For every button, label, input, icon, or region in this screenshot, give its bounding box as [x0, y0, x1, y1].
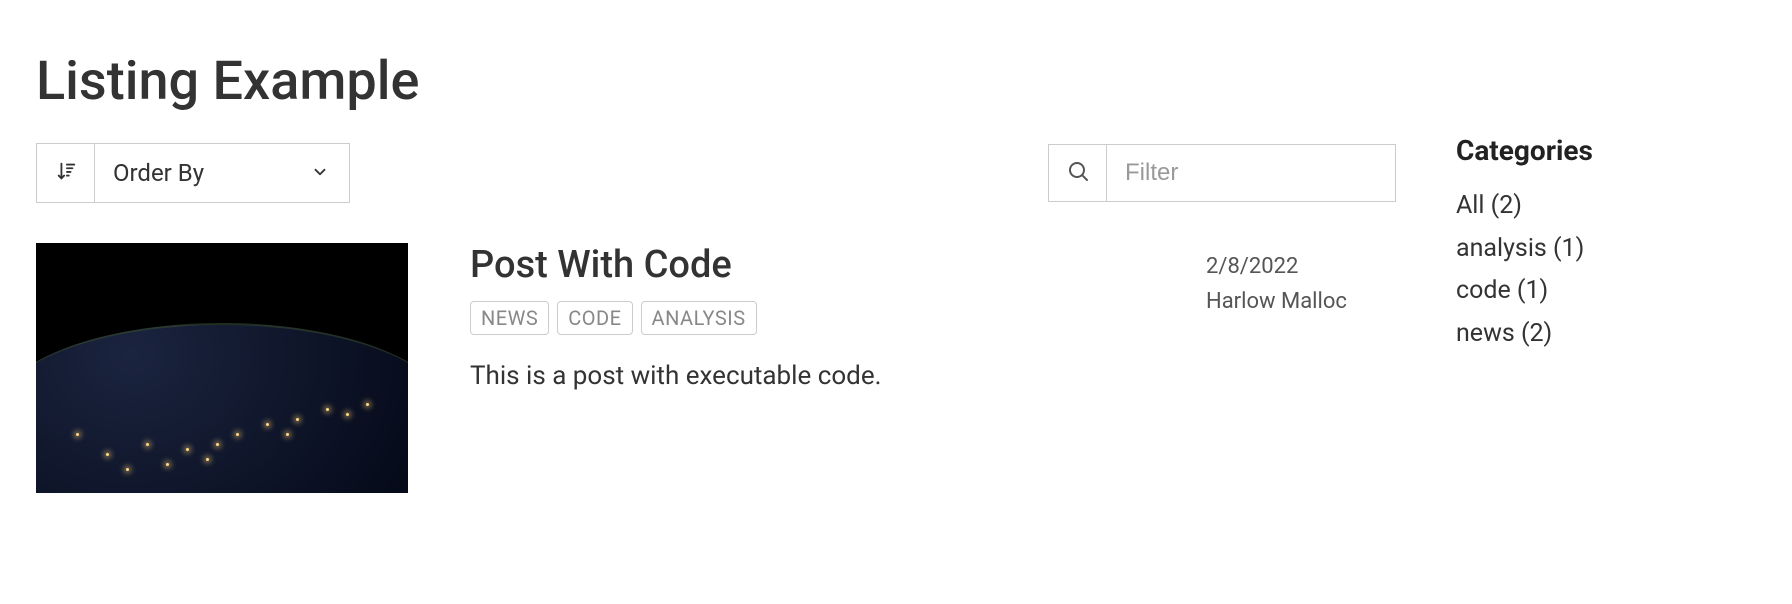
toolbar: Order By [36, 143, 1396, 203]
post-body: Post With Code NEWS CODE ANALYSIS This i… [470, 243, 1396, 493]
post-title: Post With Code [470, 243, 1166, 287]
order-by-label: Order By [113, 159, 204, 187]
sidebar: Categories All (2) analysis (1) code (1)… [1456, 40, 1756, 493]
post-description: This is a post with executable code. [470, 361, 1166, 391]
post-item[interactable]: Post With Code NEWS CODE ANALYSIS This i… [36, 243, 1396, 493]
post-author: Harlow Malloc [1206, 284, 1396, 319]
chevron-down-icon [311, 159, 329, 187]
category-list: All (2) analysis (1) code (1) news (2) [1456, 185, 1756, 355]
category-item-analysis[interactable]: analysis (1) [1456, 228, 1756, 271]
post-main: Post With Code NEWS CODE ANALYSIS This i… [470, 243, 1206, 493]
post-tag[interactable]: NEWS [470, 301, 549, 335]
filter-input[interactable] [1107, 145, 1395, 201]
main-column: Listing Example Order By [36, 40, 1456, 493]
filter-group [1048, 144, 1396, 202]
category-item-all[interactable]: All (2) [1456, 185, 1756, 228]
post-date: 2/8/2022 [1206, 249, 1396, 284]
post-tag[interactable]: CODE [557, 301, 632, 335]
post-tag[interactable]: ANALYSIS [641, 301, 757, 335]
order-by-select[interactable]: Order By [95, 144, 349, 202]
post-meta: 2/8/2022 Harlow Malloc [1206, 243, 1396, 493]
search-icon-box [1049, 145, 1107, 201]
search-icon [1066, 159, 1090, 187]
order-by-group: Order By [36, 143, 350, 203]
category-item-code[interactable]: code (1) [1456, 270, 1756, 313]
category-item-news[interactable]: news (2) [1456, 313, 1756, 356]
sidebar-heading: Categories [1456, 134, 1756, 167]
sort-icon [55, 160, 77, 186]
sort-direction-button[interactable] [37, 144, 95, 202]
post-tags: NEWS CODE ANALYSIS [470, 301, 1166, 335]
post-thumbnail [36, 243, 408, 493]
page-title: Listing Example [36, 50, 1396, 113]
